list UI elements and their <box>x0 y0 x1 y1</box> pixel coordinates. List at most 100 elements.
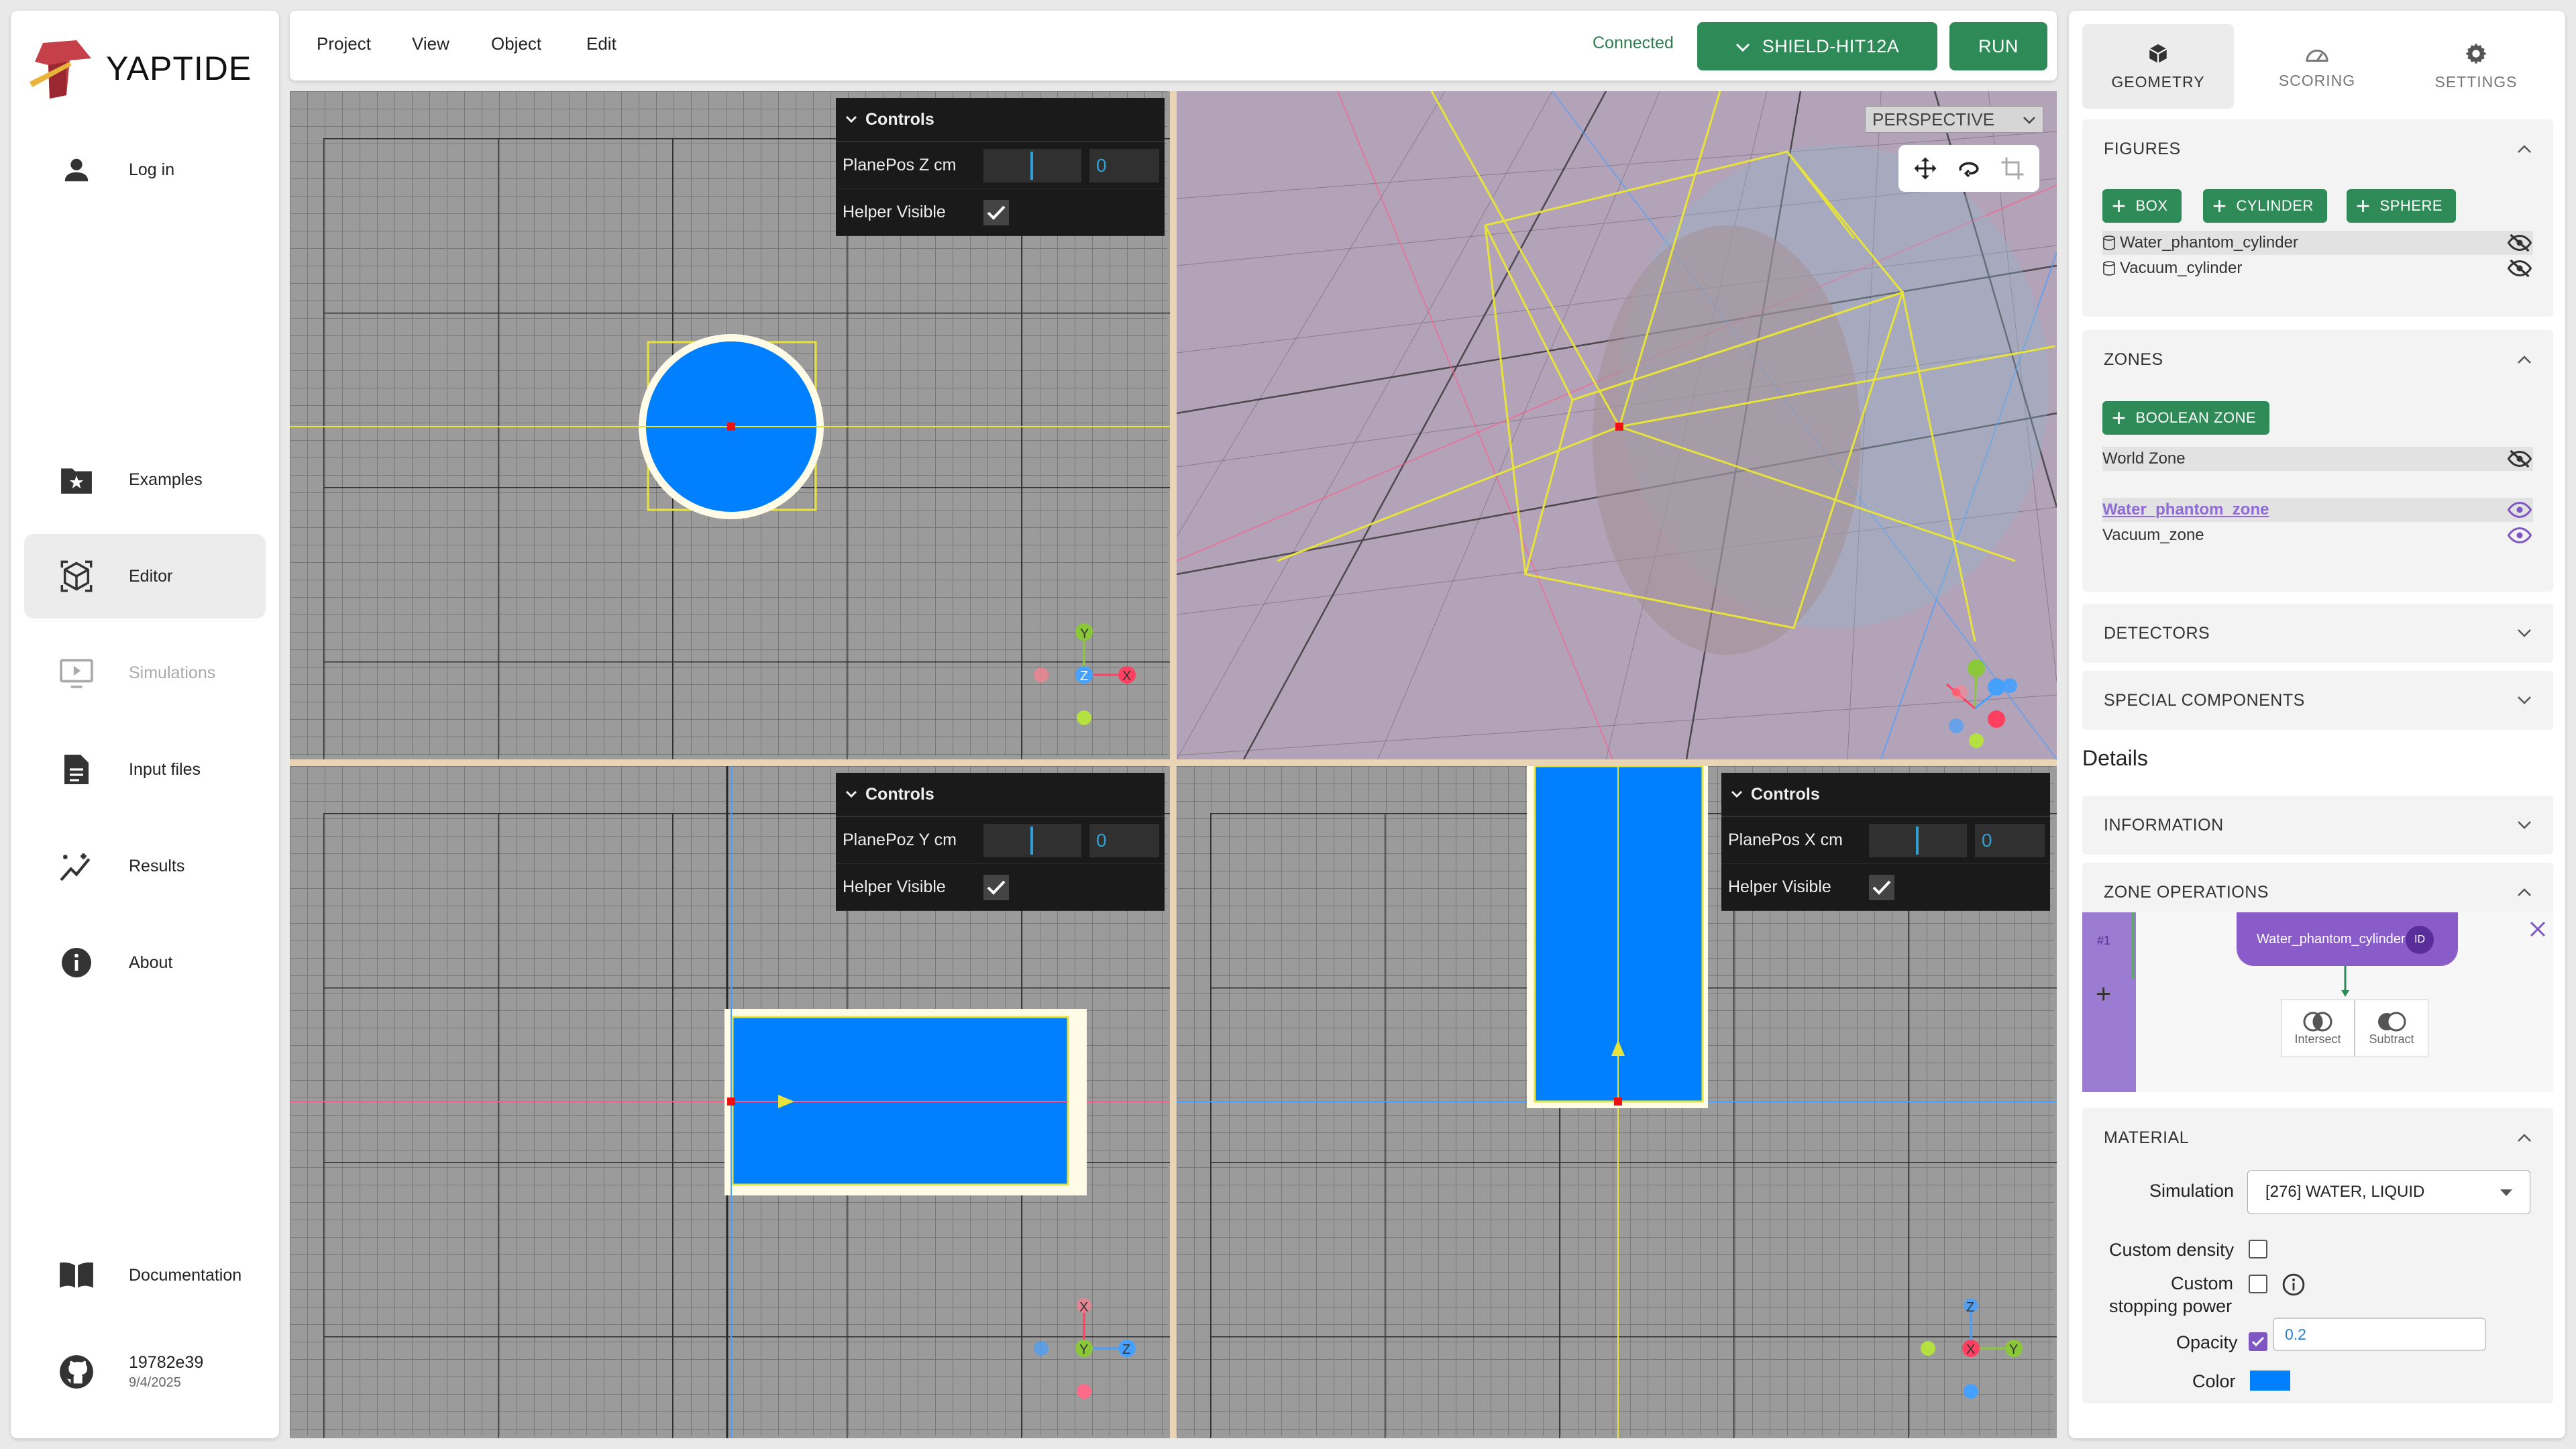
detectors-section[interactable]: DETECTORS <box>2082 604 2553 663</box>
color-swatch[interactable] <box>2250 1371 2290 1391</box>
chevron-down-icon <box>2518 629 2531 637</box>
figure-item[interactable]: Vacuum_cylinder <box>2102 256 2533 280</box>
tab-settings[interactable]: SETTINGS <box>2400 24 2552 109</box>
plane-pos-slider[interactable] <box>1869 823 1967 857</box>
document-icon <box>58 751 95 788</box>
add-cylinder-button[interactable]: + CYLINDER <box>2203 189 2327 223</box>
plane-pos-label: PlanePoz Y cm <box>843 830 957 849</box>
nav-about-label: About <box>129 953 173 972</box>
zone-item[interactable]: Vacuum_zone <box>2102 523 2533 547</box>
eye-off-icon[interactable] <box>2508 233 2532 252</box>
viewport-perspective[interactable]: PERSPECTIVE <box>1177 91 2057 759</box>
menu-project[interactable]: Project <box>317 34 371 54</box>
arrow-down-icon <box>2341 966 2349 997</box>
menu-edit[interactable]: Edit <box>586 34 616 54</box>
tab-scoring[interactable]: SCORING <box>2241 24 2393 109</box>
add-operation-icon[interactable]: + <box>2096 979 2111 1010</box>
nav-about[interactable]: About <box>24 920 266 1005</box>
plane-pos-slider[interactable] <box>983 823 1081 857</box>
rotate-icon[interactable] <box>1957 156 1981 180</box>
camera-mode-select[interactable]: PERSPECTIVE <box>1865 106 2043 133</box>
world-zone-name: World Zone <box>2102 449 2186 468</box>
custom-density-checkbox[interactable] <box>2249 1240 2267 1258</box>
cube-outline-icon <box>58 557 95 595</box>
material-select[interactable]: [276] WATER, LIQUID <box>2247 1170 2530 1214</box>
scale-icon[interactable] <box>2000 156 2025 180</box>
chevron-down-icon <box>2518 821 2531 829</box>
eye-icon[interactable] <box>2508 500 2532 519</box>
nav-editor-label: Editor <box>129 566 173 586</box>
add-boolean-zone-label: BOOLEAN ZONE <box>2135 409 2257 426</box>
nav-login[interactable]: Log in <box>24 127 266 212</box>
move-icon[interactable] <box>1913 156 1937 180</box>
zone-figure-node[interactable]: Water_phantom_cylinder ID <box>2237 912 2458 966</box>
id-badge[interactable]: ID <box>2406 926 2434 954</box>
gauge-icon <box>2306 49 2328 62</box>
opacity-checkbox[interactable] <box>2249 1332 2267 1351</box>
nav-input-files[interactable]: Input files <box>24 727 266 812</box>
viewport-side-view[interactable]: Z Y X Controls PlanePos X cm 0 Helper Vi… <box>1177 766 2057 1438</box>
nav-editor[interactable]: Editor <box>24 534 266 619</box>
menu-object[interactable]: Object <box>491 34 541 54</box>
axis-label-z: Z <box>1080 669 1088 684</box>
run-button[interactable]: RUN <box>1949 22 2047 70</box>
plane-pos-slider[interactable] <box>983 148 1081 182</box>
check-icon <box>987 205 1006 220</box>
helper-visible-checkbox[interactable] <box>983 874 1009 900</box>
controls-header[interactable]: Controls <box>1721 773 2050 817</box>
menu-view[interactable]: View <box>412 34 449 54</box>
nav-examples[interactable]: Examples <box>24 437 266 522</box>
add-boolean-zone-button[interactable]: + BOOLEAN ZONE <box>2102 401 2270 435</box>
controls-header[interactable]: Controls <box>836 98 1165 142</box>
info-icon[interactable] <box>2282 1273 2305 1296</box>
add-sphere-button[interactable]: + SPHERE <box>2347 189 2457 223</box>
world-zone-item[interactable]: World Zone <box>2102 447 2533 471</box>
tab-geometry[interactable]: GEOMETRY <box>2082 24 2234 109</box>
cube-icon <box>2149 44 2167 63</box>
close-icon[interactable] <box>2529 920 2546 938</box>
eye-off-icon[interactable] <box>2508 449 2532 468</box>
plane-pos-input[interactable]: 0 <box>1089 148 1159 182</box>
eye-icon[interactable] <box>2508 526 2532 545</box>
run-label: RUN <box>1978 36 2019 56</box>
custom-stopping-label: Custom <box>2171 1273 2234 1293</box>
intersect-button[interactable]: Intersect <box>2281 1000 2355 1057</box>
simulator-select-button[interactable]: SHIELD-HIT12A <box>1697 22 1937 70</box>
editor-viewport[interactable]: Y X Z Controls PlanePos Z cm 0 Helper Vi… <box>290 91 2057 1438</box>
nav-results[interactable]: Results <box>24 824 266 908</box>
axis-label-y: Y <box>2009 1342 2018 1357</box>
helper-visible-label: Helper Visible <box>843 203 946 221</box>
chevron-down-icon <box>1731 790 1743 798</box>
viewport-front-view[interactable]: X Z Y Controls PlanePoz Y cm 0 Helper Vi… <box>290 766 1170 1438</box>
nav-simulations[interactable]: Simulations <box>24 631 266 715</box>
operation-sidebar: #1 + <box>2082 912 2136 1092</box>
add-box-button[interactable]: + BOX <box>2102 189 2182 223</box>
chevron-down-icon <box>845 790 857 798</box>
figure-item[interactable]: Water_phantom_cylinder <box>2102 231 2533 255</box>
info-icon <box>58 944 95 981</box>
opacity-input[interactable]: 0.2 <box>2273 1318 2486 1351</box>
viewport-top-view[interactable]: Y X Z Controls PlanePos Z cm 0 Helper Vi… <box>290 91 1170 759</box>
nav-documentation[interactable]: Documentation <box>24 1233 266 1318</box>
helper-visible-checkbox[interactable] <box>1869 874 1894 900</box>
check-icon <box>987 880 1006 895</box>
app-logo[interactable]: YAPTIDE <box>30 35 252 102</box>
information-section[interactable]: INFORMATION <box>2082 796 2553 855</box>
plane-pos-input[interactable]: 0 <box>1089 823 1159 857</box>
figures-header[interactable]: FIGURES <box>2082 119 2553 178</box>
material-header[interactable]: MATERIAL <box>2082 1108 2553 1167</box>
helper-visible-checkbox[interactable] <box>983 199 1009 225</box>
zones-title: ZONES <box>2104 350 2163 369</box>
zones-header[interactable]: ZONES <box>2082 330 2553 389</box>
eye-off-icon[interactable] <box>2508 259 2532 278</box>
plus-icon: + <box>2212 192 2227 219</box>
add-cylinder-label: CYLINDER <box>2236 197 2314 214</box>
plane-pos-input[interactable]: 0 <box>1975 823 2045 857</box>
figure-name: Vacuum_cylinder <box>2120 259 2243 277</box>
zone-item[interactable]: Water_phantom_zone <box>2102 498 2533 522</box>
special-components-section[interactable]: SPECIAL COMPONENTS <box>2082 671 2553 730</box>
custom-stopping-checkbox[interactable] <box>2249 1275 2267 1293</box>
subtract-button[interactable]: Subtract <box>2355 1000 2428 1057</box>
nav-github[interactable]: 19782e39 9/4/2025 <box>24 1330 266 1414</box>
controls-header[interactable]: Controls <box>836 773 1165 817</box>
